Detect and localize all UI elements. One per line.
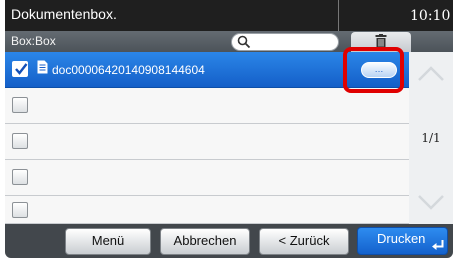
search-button[interactable] <box>231 33 339 51</box>
box-path: Box:Box <box>11 34 56 48</box>
screen-title: Dokumentenbox. <box>11 6 117 22</box>
pager: 1/1 <box>409 52 453 224</box>
list-item[interactable] <box>5 160 409 196</box>
enter-icon <box>432 240 444 250</box>
row-checkbox[interactable] <box>12 61 28 77</box>
row-checkbox[interactable] <box>12 133 28 149</box>
chevron-up-icon[interactable] <box>413 56 449 94</box>
clock: 10:10 <box>410 8 451 24</box>
check-icon <box>15 63 28 75</box>
row-checkbox[interactable] <box>12 169 28 185</box>
panel-screen: Dokumentenbox. 10:10 Box:Box doc00006420… <box>5 0 453 258</box>
list-item[interactable] <box>5 88 409 124</box>
row-checkbox[interactable] <box>12 202 28 218</box>
chevron-down-icon[interactable] <box>413 182 449 220</box>
back-button[interactable]: < Zurück <box>259 228 349 255</box>
trash-icon <box>375 34 387 48</box>
file-name: doc00006420140908144604 <box>52 63 205 77</box>
title-bar: Dokumentenbox. 10:10 <box>5 0 453 31</box>
row-checkbox[interactable] <box>12 97 28 113</box>
list-item[interactable] <box>5 124 409 160</box>
print-button-label: Drucken <box>377 231 426 246</box>
print-button[interactable]: Drucken <box>357 227 448 255</box>
highlight-box <box>343 47 404 93</box>
list-item[interactable] <box>5 196 409 224</box>
search-icon <box>237 35 251 49</box>
bottom-toolbar: Menü Abbrechen < Zurück Drucken <box>5 224 453 258</box>
menu-button[interactable]: Menü <box>65 228 151 255</box>
title-separator <box>338 0 339 31</box>
document-icon <box>37 60 48 74</box>
cancel-button[interactable]: Abbrechen <box>160 228 250 255</box>
page-indicator: 1/1 <box>421 131 441 145</box>
